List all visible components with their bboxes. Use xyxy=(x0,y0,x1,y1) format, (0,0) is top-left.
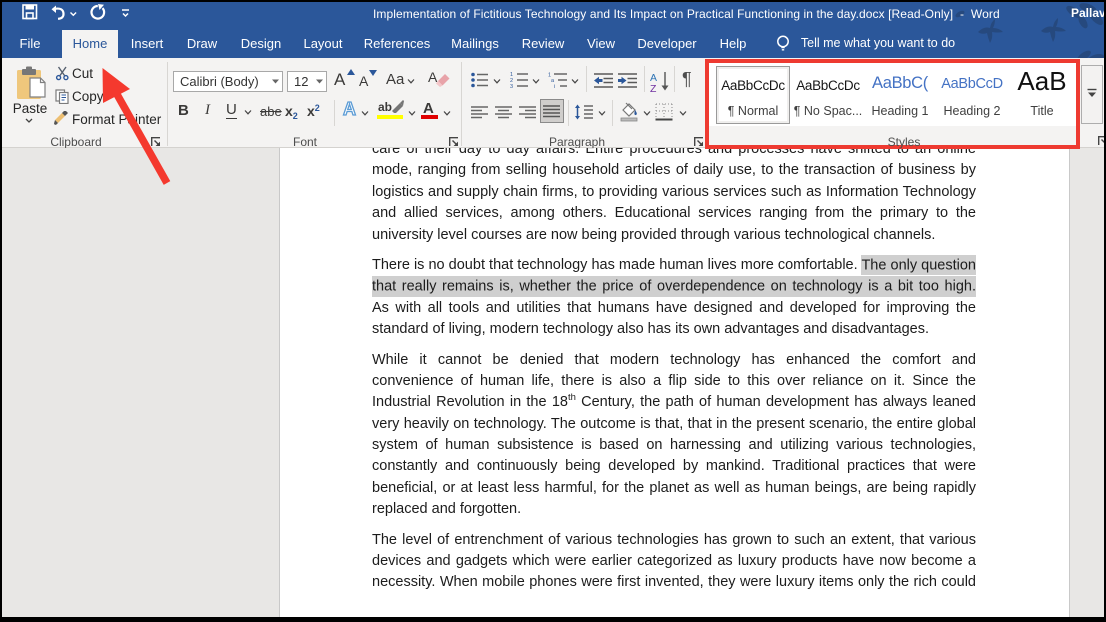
svg-text:A: A xyxy=(428,69,438,85)
svg-text:i: i xyxy=(554,84,555,88)
svg-text:Z: Z xyxy=(650,83,657,92)
svg-text:3: 3 xyxy=(510,84,513,88)
